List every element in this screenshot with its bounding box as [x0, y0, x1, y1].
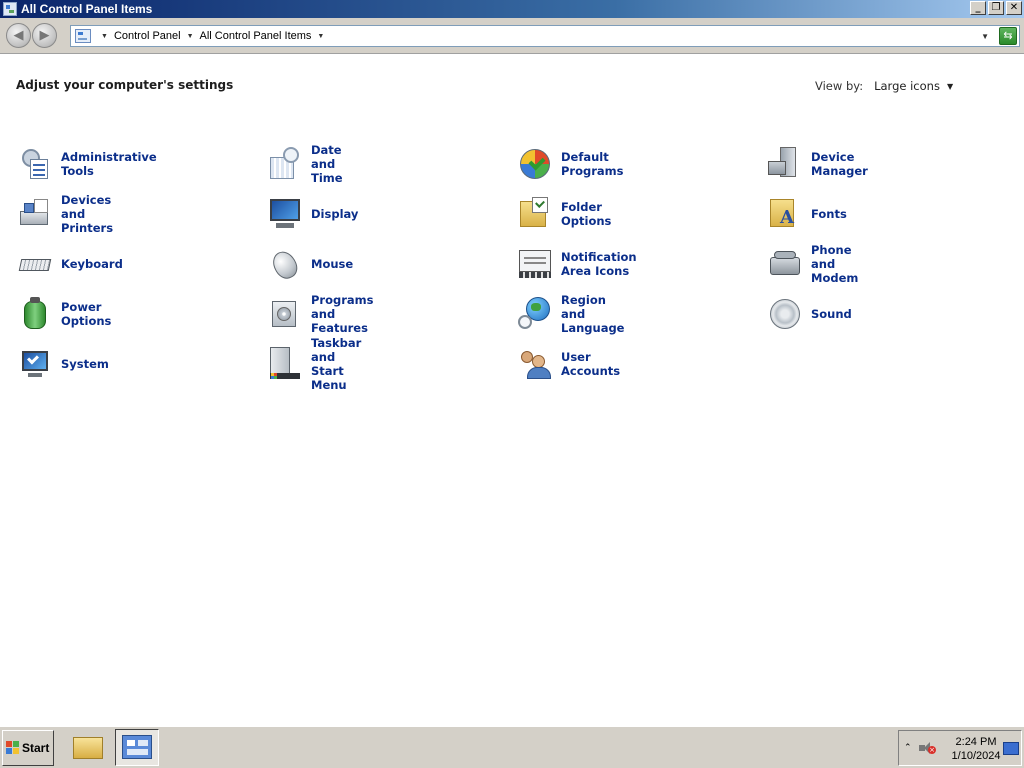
item-power-options[interactable]: Power Options	[18, 296, 111, 332]
maximize-button[interactable]: ❐	[988, 1, 1004, 15]
taskbar-icon	[268, 347, 302, 381]
item-label: Devices and Printers	[61, 193, 114, 235]
item-mouse[interactable]: Mouse	[268, 246, 354, 283]
forward-button[interactable]: ▶	[32, 23, 57, 48]
arrow-left-icon: ◀	[13, 28, 24, 43]
item-display[interactable]: Display	[268, 196, 358, 232]
item-programs-and-features[interactable]: Programs and Features	[268, 293, 374, 335]
arrow-right-icon: ▶	[39, 28, 50, 43]
item-label: Display	[311, 207, 359, 221]
clock-calendar-icon	[268, 147, 302, 181]
view-by-dropdown-icon[interactable]: ▼	[947, 82, 953, 91]
content-area: Adjust your computer's settings View by:…	[0, 55, 1024, 725]
item-system[interactable]: System	[18, 346, 109, 382]
users-icon	[518, 347, 552, 381]
breadcrumb-all-items[interactable]: All Control Panel Items	[200, 30, 312, 42]
item-phone-and-modem[interactable]: Phone and Modem	[768, 243, 859, 285]
device-manager-icon	[768, 147, 802, 181]
item-label: Sound	[811, 307, 852, 321]
item-label: System	[61, 357, 109, 371]
monitor-icon	[268, 197, 302, 231]
item-label: Programs and Features	[311, 293, 374, 335]
item-label: Taskbar and Start Menu	[311, 336, 362, 392]
item-label: Administrative Tools	[61, 150, 157, 178]
control-panel-icon	[3, 2, 17, 16]
battery-icon	[18, 297, 52, 331]
folder-options-icon	[518, 197, 552, 231]
item-label: Date and Time	[311, 143, 343, 185]
programs-icon	[268, 297, 302, 331]
item-label: User Accounts	[561, 350, 621, 378]
breadcrumb-chevron-icon[interactable]: ▼	[317, 33, 324, 40]
title-bar: All Control Panel Items _ ❐ ✕	[0, 0, 1024, 18]
system-tray: ⌃ × 2:24 PM 1/10/2024	[898, 730, 1022, 766]
folder-icon	[73, 737, 103, 759]
item-user-accounts[interactable]: User Accounts	[518, 346, 620, 382]
item-keyboard[interactable]: Keyboard	[18, 246, 123, 282]
notification-icons-icon	[518, 247, 552, 281]
item-administrative-tools[interactable]: Administrative Tools	[18, 146, 157, 182]
keyboard-icon	[18, 247, 52, 281]
show-desktop-icon[interactable]	[1003, 742, 1019, 755]
clock[interactable]: 2:24 PM 1/10/2024	[951, 735, 1001, 763]
item-label: Phone and Modem	[811, 243, 859, 285]
item-label: Fonts	[811, 207, 847, 221]
mouse-icon	[268, 247, 302, 283]
globe-clock-icon	[518, 297, 552, 331]
address-dropdown-icon[interactable]: ▼	[981, 32, 989, 41]
item-notification-area-icons[interactable]: Notification Area Icons	[518, 246, 637, 282]
view-by-value[interactable]: Large icons	[874, 79, 940, 93]
control-panel-icon	[122, 735, 152, 759]
item-fonts[interactable]: A Fonts	[768, 196, 847, 232]
item-label: Folder Options	[561, 200, 612, 228]
breadcrumb-control-panel[interactable]: Control Panel	[114, 30, 181, 42]
item-label: Keyboard	[61, 257, 123, 271]
breadcrumb-chevron-icon[interactable]: ▼	[187, 33, 194, 40]
taskbar: Start ⌃ × 2:24 PM 1/10/2024	[0, 726, 1024, 768]
volume-muted-icon[interactable]: ×	[919, 741, 936, 755]
clock-date: 1/10/2024	[951, 750, 1001, 762]
clock-time: 2:24 PM	[955, 736, 997, 748]
windows-flag-icon	[6, 741, 20, 755]
item-taskbar-and-start-menu[interactable]: Taskbar and Start Menu	[268, 336, 361, 392]
back-button[interactable]: ◀	[6, 23, 31, 48]
system-icon	[18, 347, 52, 381]
item-label: Mouse	[311, 257, 354, 271]
start-label: Start	[22, 741, 50, 755]
breadcrumb-chevron-icon[interactable]: ▼	[101, 33, 108, 40]
admin-tools-icon	[18, 147, 52, 181]
start-button[interactable]: Start	[2, 730, 54, 766]
item-label: Power Options	[61, 300, 112, 328]
item-devices-and-printers[interactable]: Devices and Printers	[18, 193, 114, 235]
item-date-and-time[interactable]: Date and Time	[268, 143, 343, 185]
minimize-button[interactable]: _	[970, 1, 986, 15]
window-title: All Control Panel Items	[21, 2, 153, 16]
taskbar-control-panel-button[interactable]	[115, 729, 159, 766]
address-bar[interactable]: ▼ Control Panel ▼ All Control Panel Item…	[70, 25, 1020, 47]
speaker-icon	[768, 297, 802, 331]
item-device-manager[interactable]: Device Manager	[768, 146, 868, 182]
item-folder-options[interactable]: Folder Options	[518, 196, 611, 232]
window-controls: _ ❐ ✕	[970, 1, 1022, 15]
item-label: Device Manager	[811, 150, 868, 178]
item-region-and-language[interactable]: Region and Language	[518, 293, 625, 335]
show-hidden-icons-icon[interactable]: ⌃	[904, 743, 912, 753]
refresh-button[interactable]: ⇆	[999, 27, 1017, 45]
control-panel-icon	[75, 29, 91, 43]
item-label: Notification Area Icons	[561, 250, 637, 278]
item-sound[interactable]: Sound	[768, 296, 852, 332]
item-label: Region and Language	[561, 293, 625, 335]
item-default-programs[interactable]: Default Programs	[518, 146, 624, 182]
page-heading: Adjust your computer's settings	[16, 78, 234, 92]
fonts-folder-icon: A	[768, 197, 802, 231]
default-programs-icon	[518, 147, 552, 181]
navigation-bar: ◀ ▶ ▼ Control Panel ▼ All Control Panel …	[0, 18, 1024, 54]
printer-icon	[18, 197, 52, 231]
view-by-control[interactable]: View by: Large icons ▼	[815, 79, 953, 93]
phone-icon	[768, 247, 802, 281]
item-label: Default Programs	[561, 150, 624, 178]
taskbar-explorer-button[interactable]	[67, 729, 111, 766]
close-button[interactable]: ✕	[1006, 1, 1022, 15]
view-by-label: View by:	[815, 79, 864, 93]
